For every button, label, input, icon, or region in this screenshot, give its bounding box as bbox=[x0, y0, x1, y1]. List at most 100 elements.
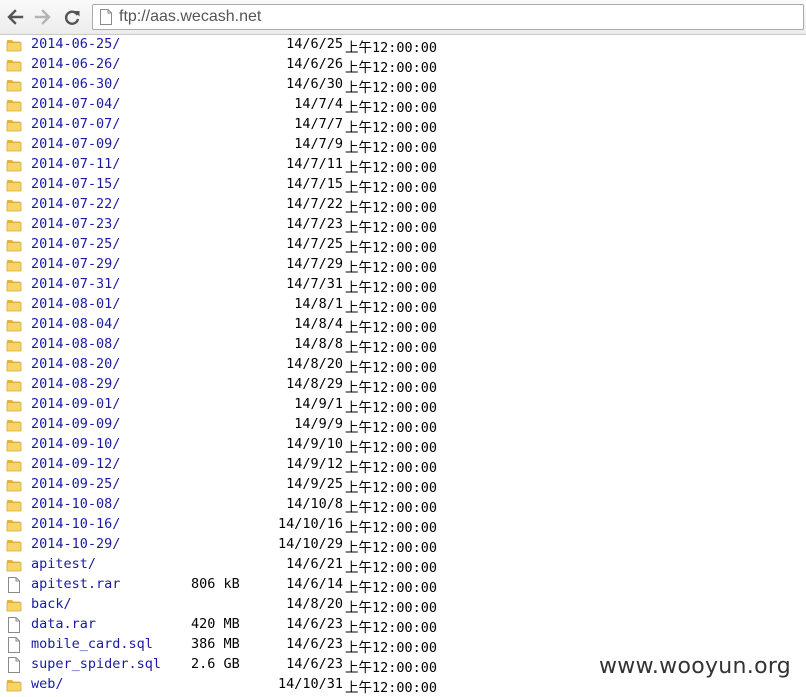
entry-time: 上午12:00:00 bbox=[345, 340, 438, 356]
entry-name-link[interactable]: 2014-08-04/ bbox=[31, 316, 120, 332]
forward-button[interactable] bbox=[32, 6, 54, 28]
list-item: 2014-09-12/14/9/12 上午12:00:00 bbox=[0, 455, 806, 476]
entry-date: 14/6/26 bbox=[286, 56, 343, 72]
folder-icon bbox=[6, 257, 22, 273]
list-item: 2014-06-26/14/6/26 上午12:00:00 bbox=[0, 55, 806, 76]
entry-name-link[interactable]: 2014-09-12/ bbox=[31, 456, 120, 472]
entry-name-link[interactable]: 2014-09-09/ bbox=[31, 416, 120, 432]
url-text[interactable]: ftp://aas.wecash.net bbox=[119, 8, 261, 26]
entry-name-link[interactable]: 2014-07-11/ bbox=[31, 156, 120, 172]
entry-date: 14/7/7 bbox=[294, 116, 343, 132]
entry-name-link[interactable]: 2014-07-07/ bbox=[31, 116, 120, 132]
entry-name-link[interactable]: 2014-08-08/ bbox=[31, 336, 120, 352]
entry-name-link[interactable]: 2014-10-16/ bbox=[31, 516, 120, 532]
entry-time: 上午12:00:00 bbox=[345, 420, 438, 436]
entry-name-link[interactable]: 2014-07-29/ bbox=[31, 256, 120, 272]
list-item: 2014-07-29/14/7/29 上午12:00:00 bbox=[0, 255, 806, 276]
entry-name-link[interactable]: 2014-07-23/ bbox=[31, 216, 120, 232]
entry-name-link[interactable]: 2014-07-22/ bbox=[31, 196, 120, 212]
entry-date: 14/8/20 bbox=[286, 596, 343, 612]
entry-time: 上午12:00:00 bbox=[345, 120, 438, 136]
list-item: 2014-09-25/14/9/25 上午12:00:00 bbox=[0, 475, 806, 496]
file-icon bbox=[6, 657, 22, 673]
entry-date: 14/9/1 bbox=[294, 396, 343, 412]
list-item: data.rar 420 MB 14/6/23 上午12:00:00 bbox=[0, 615, 806, 636]
entry-time: 上午12:00:00 bbox=[345, 380, 438, 396]
folder-icon bbox=[6, 477, 22, 493]
entry-time: 上午12:00:00 bbox=[345, 60, 438, 76]
entry-date: 14/8/29 bbox=[286, 376, 343, 392]
entry-time: 上午12:00:00 bbox=[345, 300, 438, 316]
back-button[interactable] bbox=[4, 6, 26, 28]
entry-name-link[interactable]: 2014-08-20/ bbox=[31, 356, 120, 372]
entry-time: 上午12:00:00 bbox=[345, 520, 438, 536]
address-bar[interactable]: ftp://aas.wecash.net bbox=[92, 4, 804, 30]
entry-date: 14/7/22 bbox=[286, 196, 343, 212]
entry-name-link[interactable]: 2014-08-29/ bbox=[31, 376, 120, 392]
entry-size: 2.6 GB bbox=[191, 656, 240, 672]
entry-date: 14/7/11 bbox=[286, 156, 343, 172]
entry-date: 14/7/31 bbox=[286, 276, 343, 292]
list-item: 2014-07-23/14/7/23 上午12:00:00 bbox=[0, 215, 806, 236]
entry-name-link[interactable]: web/ bbox=[31, 676, 64, 692]
entry-time: 上午12:00:00 bbox=[345, 280, 438, 296]
entry-name-link[interactable]: 2014-10-08/ bbox=[31, 496, 120, 512]
list-item: 2014-06-30/14/6/30 上午12:00:00 bbox=[0, 75, 806, 96]
entry-time: 上午12:00:00 bbox=[345, 440, 438, 456]
folder-icon bbox=[6, 97, 22, 113]
entry-name-link[interactable]: 2014-07-25/ bbox=[31, 236, 120, 252]
entry-name-link[interactable]: back/ bbox=[31, 596, 72, 612]
list-item: 2014-08-29/14/8/29 上午12:00:00 bbox=[0, 375, 806, 396]
entry-name-link[interactable]: data.rar bbox=[31, 616, 96, 632]
entry-date: 14/9/12 bbox=[286, 456, 343, 472]
list-item: 2014-07-25/14/7/25 上午12:00:00 bbox=[0, 235, 806, 256]
list-item: 2014-07-09/14/7/9 上午12:00:00 bbox=[0, 135, 806, 156]
entry-time: 上午12:00:00 bbox=[345, 240, 438, 256]
ftp-directory-listing: 2014-06-25/14/6/25 上午12:00:00 2014-06-26/1… bbox=[0, 35, 806, 696]
entry-name-link[interactable]: 2014-09-01/ bbox=[31, 396, 120, 412]
entry-date: 14/10/29 bbox=[277, 536, 343, 552]
entry-name-link[interactable]: 2014-07-04/ bbox=[31, 96, 120, 112]
entry-name-link[interactable]: 2014-06-25/ bbox=[31, 36, 120, 52]
entry-date: 14/10/16 bbox=[277, 516, 343, 532]
list-item: 2014-09-09/14/9/9 上午12:00:00 bbox=[0, 415, 806, 436]
folder-icon bbox=[6, 677, 22, 693]
entry-name-link[interactable]: 2014-10-29/ bbox=[31, 536, 120, 552]
reload-button[interactable] bbox=[61, 6, 83, 28]
watermark: www.wooyun.org bbox=[599, 654, 792, 679]
entry-date: 14/6/23 bbox=[286, 656, 343, 672]
entry-name-link[interactable]: apitest/ bbox=[31, 556, 96, 572]
list-item: 2014-07-04/14/7/4 上午12:00:00 bbox=[0, 95, 806, 116]
folder-icon bbox=[6, 597, 22, 613]
entry-time: 上午12:00:00 bbox=[345, 480, 438, 496]
list-item: 2014-10-08/14/10/8 上午12:00:00 bbox=[0, 495, 806, 516]
entry-time: 上午12:00:00 bbox=[345, 560, 438, 576]
entry-time: 上午12:00:00 bbox=[345, 320, 438, 336]
entry-name-link[interactable]: 2014-07-15/ bbox=[31, 176, 120, 192]
entry-name-link[interactable]: 2014-08-01/ bbox=[31, 296, 120, 312]
entry-name-link[interactable]: 2014-07-09/ bbox=[31, 136, 120, 152]
entry-name-link[interactable]: apitest.rar bbox=[31, 576, 120, 592]
entry-name-link[interactable]: 2014-09-10/ bbox=[31, 436, 120, 452]
list-item: 2014-07-31/14/7/31 上午12:00:00 bbox=[0, 275, 806, 296]
folder-icon bbox=[6, 177, 22, 193]
entry-time: 上午12:00:00 bbox=[345, 80, 438, 96]
folder-icon bbox=[6, 217, 22, 233]
file-icon bbox=[6, 577, 22, 593]
entry-time: 上午12:00:00 bbox=[345, 260, 438, 276]
entry-date: 14/6/30 bbox=[286, 76, 343, 92]
entry-name-link[interactable]: super_spider.sql bbox=[31, 656, 161, 672]
folder-icon bbox=[6, 237, 22, 253]
entry-name-link[interactable]: 2014-09-25/ bbox=[31, 476, 120, 492]
entry-time: 上午12:00:00 bbox=[345, 140, 438, 156]
entry-name-link[interactable]: 2014-06-30/ bbox=[31, 76, 120, 92]
entry-time: 上午12:00:00 bbox=[345, 600, 438, 616]
list-item: apitest/14/6/21 上午12:00:00 bbox=[0, 555, 806, 576]
entry-name-link[interactable]: mobile_card.sql bbox=[31, 636, 153, 652]
entry-date: 14/7/9 bbox=[294, 136, 343, 152]
file-icon bbox=[6, 617, 22, 633]
list-item: 2014-07-22/14/7/22 上午12:00:00 bbox=[0, 195, 806, 216]
arrow-left-icon bbox=[7, 9, 24, 25]
entry-name-link[interactable]: 2014-07-31/ bbox=[31, 276, 120, 292]
entry-name-link[interactable]: 2014-06-26/ bbox=[31, 56, 120, 72]
